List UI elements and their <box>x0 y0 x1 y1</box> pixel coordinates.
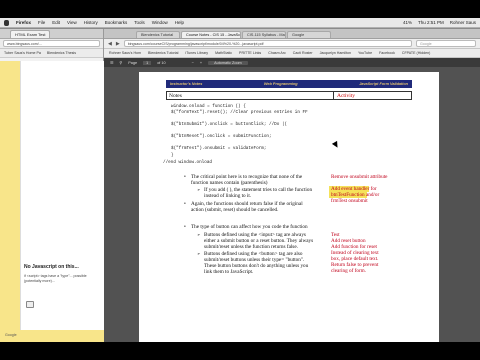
find-icon[interactable]: ⚲ <box>119 60 122 65</box>
forward-icon[interactable]: ▶ <box>116 41 120 47</box>
bookmark-item[interactable]: Rohner Saus's Hom <box>109 51 141 55</box>
nav-bar: ◀ ▶ bingsaus.com/courseCIS/programming/j… <box>104 39 480 49</box>
left-tab-strip: HTML Exam Test <box>0 29 103 39</box>
bookmarks-bar: Rohner Saus's Hom Blendenics Tutorial iT… <box>104 49 480 58</box>
code-line: window.onload = function () { <box>171 104 246 109</box>
main-browser-window: Blendenics Tutorial Course Notes - CIS 1… <box>104 29 480 342</box>
menu-window[interactable]: Window <box>152 20 168 25</box>
bullet-text: function names contain (parenthesis) <box>191 180 268 186</box>
activity-label: Activity <box>337 93 356 99</box>
bookmark-item[interactable]: MathStatic <box>215 51 232 55</box>
clock[interactable]: Thu 2:51 PM <box>418 20 444 25</box>
tab-syllabus[interactable]: CIS-115 Syllabus - Mac... <box>242 31 286 38</box>
menu-view[interactable]: View <box>67 20 77 25</box>
menu-file[interactable]: File <box>38 20 45 25</box>
code-line: } <box>171 153 174 158</box>
menu-bookmarks[interactable]: Bookmarks <box>105 20 128 25</box>
zoom-out-icon[interactable]: − <box>192 61 194 65</box>
menu-help[interactable]: Help <box>175 20 184 25</box>
mouse-cursor-icon <box>331 140 341 150</box>
bullet-text: submit/reset unless the function returns… <box>204 244 298 250</box>
left-url-input[interactable]: www.bingsaus.com/... <box>3 40 100 47</box>
bullet-text: The type of button can affect how you co… <box>184 224 308 230</box>
tab-course-notes[interactable]: Course Notes - CIS 15 - JavaScr <box>181 31 241 38</box>
left-url-bar: www.bingsaus.com/... <box>0 39 103 49</box>
apple-icon[interactable] <box>4 19 9 26</box>
bookmark-item[interactable]: Jacquelyn Hamilton <box>320 51 351 55</box>
tab-google[interactable]: Google <box>287 31 331 38</box>
menu-edit[interactable]: Edit <box>52 20 60 25</box>
code-line: $("frmTest").onsubmit = validateForm; <box>171 146 267 151</box>
main-tab-strip: Blendenics Tutorial Course Notes - CIS 1… <box>104 29 480 39</box>
activity-text: clearing of form. <box>331 268 367 274</box>
left-page-heading: No Javascript on this... <box>24 264 79 270</box>
activity-text: frmTest onsubmit <box>331 198 368 204</box>
left-browser-window: HTML Exam Test www.bingsaus.com/... Tube… <box>0 29 104 342</box>
left-bookmark-1[interactable]: Tuber Saus's Home Pa <box>4 51 41 55</box>
menu-firefox[interactable]: Firefox <box>16 20 31 25</box>
zoom-in-icon[interactable]: + <box>200 61 202 65</box>
code-line: $("btnSubmit").onclick = buttonClick; //… <box>171 122 288 127</box>
activity-text: Remove onsubmit attribute <box>331 174 388 180</box>
left-bookmark-2[interactable]: Blendenics Thesis <box>47 51 76 55</box>
menu-history[interactable]: History <box>84 20 98 25</box>
menu-bar: Firefox File Edit View History Bookmarks… <box>0 18 480 28</box>
menu-tools[interactable]: Tools <box>134 20 145 25</box>
sidebar-toggle-icon[interactable]: ☰ <box>110 60 113 65</box>
bullet-text: instead of linking to it. <box>204 193 252 199</box>
left-footer: Google <box>0 330 104 342</box>
back-icon[interactable]: ◀ <box>108 41 112 47</box>
user-name[interactable]: Rohner Saus <box>450 20 476 25</box>
pdf-header-mid: Web Programming <box>263 82 298 86</box>
url-input[interactable]: bingsaus.com/courseCIS/programming/javas… <box>123 40 412 47</box>
code-line: $("formText").reset(); //Clear previous … <box>171 110 308 115</box>
bookmark-item[interactable]: Blendenics Tutorial <box>148 51 178 55</box>
bookmark-item[interactable]: iTunes Library <box>185 51 208 55</box>
desktop: Firefox File Edit View History Bookmarks… <box>0 18 480 342</box>
zoom-select[interactable]: Automatic Zoom <box>208 60 248 65</box>
pdf-toolbar: ☰ ⚲ Page 1 of 10 − + Automatic Zoom <box>104 58 480 67</box>
bookmark-item[interactable]: CFPATE (Hidden) <box>402 51 430 55</box>
battery-status[interactable]: 41% <box>403 20 412 25</box>
pdf-viewer[interactable]: Instructor's Notes Web Programming JavaS… <box>104 67 480 342</box>
pdf-page: Instructor's Notes Web Programming JavaS… <box>139 72 439 342</box>
pdf-header-right: JavaScript Form Validation <box>359 82 408 86</box>
page-icon <box>26 301 34 308</box>
code-line: //end window.onload <box>163 160 212 165</box>
bookmark-item[interactable]: PRITTE Links <box>239 51 261 55</box>
page-label: Page <box>128 60 138 65</box>
notes-label: Notes <box>169 93 182 99</box>
left-page-content <box>0 61 104 342</box>
search-input[interactable]: Google <box>416 40 476 47</box>
left-bookmarks-bar: Tuber Saus's Home Pa Blendenics Thesis <box>0 49 103 58</box>
pdf-header-left: Instructor's Notes <box>170 82 203 86</box>
tab-blendenics[interactable]: Blendenics Tutorial <box>136 31 180 38</box>
pdf-header: Instructor's Notes Web Programming JavaS… <box>166 80 412 88</box>
bookmark-item[interactable]: YouTube <box>358 51 372 55</box>
left-page-body <box>20 61 104 342</box>
bullet-text: action (submit, reset) should be cancell… <box>191 207 279 213</box>
bullet-text: link them to JavaScript. <box>204 269 254 275</box>
notes-activity-bar: Notes Activity <box>166 91 412 100</box>
column-divider <box>333 92 334 99</box>
code-line: $("btnReset").onclick = submitFunction; <box>171 134 272 139</box>
bookmark-item[interactable]: Chasm Arc <box>268 51 286 55</box>
bookmark-item[interactable]: Facebook <box>379 51 395 55</box>
bookmark-item[interactable]: Cacti Roster <box>293 51 313 55</box>
page-number-input[interactable]: 1 <box>143 60 152 65</box>
left-tab-html-exam[interactable]: HTML Exam Test <box>10 30 51 38</box>
page-count: of 10 <box>157 60 166 65</box>
left-page-text: if <script> tags have a "type"... possib… <box>24 274 87 283</box>
